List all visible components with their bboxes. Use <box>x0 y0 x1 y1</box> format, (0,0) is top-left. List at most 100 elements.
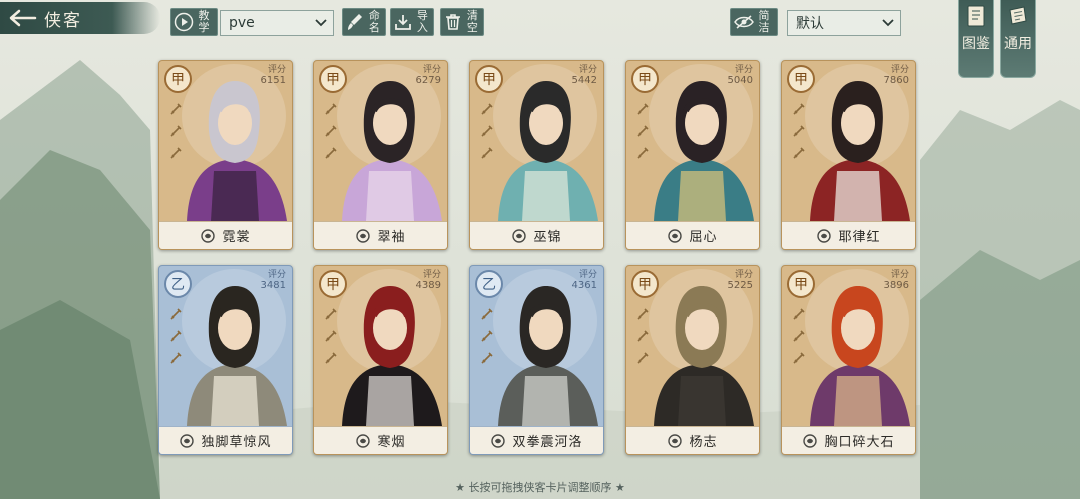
sword-icon <box>168 328 184 344</box>
hero-card[interactable]: 甲 评分 6151 霓裳 <box>158 60 293 250</box>
hero-card[interactable]: 乙 评分 4361 双拳震河洛 <box>469 265 604 455</box>
tier-badge: 甲 <box>787 270 815 298</box>
school-emblem-icon <box>490 433 506 449</box>
rename-button[interactable]: 命名 <box>342 8 386 36</box>
score-label: 评分 <box>734 65 753 75</box>
skill-icons <box>791 306 811 372</box>
tutorial-button[interactable]: 教学 <box>170 8 218 36</box>
hero-card[interactable]: 甲 评分 7860 耶律红 <box>781 60 916 250</box>
trash-icon <box>441 9 466 35</box>
sword-icon <box>635 328 651 344</box>
tier-badge: 甲 <box>475 65 503 93</box>
school-emblem-icon <box>667 433 683 449</box>
sword-icon <box>168 145 184 161</box>
school-emblem-icon <box>355 228 371 244</box>
mode-select[interactable]: pve <box>220 10 334 36</box>
hero-name-plate: 独脚草惊风 <box>159 426 292 454</box>
tutorial-label: 教学 <box>198 9 210 34</box>
download-icon <box>391 9 416 35</box>
sort-select-value: 默认 <box>796 16 824 32</box>
score-label: 评分 <box>890 270 909 280</box>
skill-icons <box>635 306 655 372</box>
hero-name: 独脚草惊风 <box>201 435 272 450</box>
scroll-icon <box>1006 4 1030 32</box>
book-icon <box>965 4 987 32</box>
hero-card-grid: 甲 评分 6151 霓裳 甲 评分 6279 翠袖 甲 评分 5442 巫锦 甲… <box>158 60 918 460</box>
hero-name: 霓裳 <box>222 230 251 245</box>
hero-name: 耶律红 <box>838 230 881 245</box>
sword-icon <box>635 350 651 366</box>
score-label: 评分 <box>422 65 441 75</box>
skill-icons <box>635 101 655 167</box>
chevron-down-icon <box>882 15 894 31</box>
skill-icons <box>323 306 343 372</box>
school-emblem-icon <box>355 433 371 449</box>
skill-icons <box>479 101 499 167</box>
hero-card[interactable]: 乙 评分 3481 独脚草惊风 <box>158 265 293 455</box>
hero-card[interactable]: 甲 评分 4389 寒烟 <box>313 265 448 455</box>
play-icon <box>171 9 197 35</box>
hero-name: 翠袖 <box>377 230 406 245</box>
sword-icon <box>479 328 495 344</box>
back-arrow-icon <box>0 2 44 34</box>
score-value: 5040 <box>727 75 753 86</box>
atlas-button[interactable]: 图鉴 <box>958 0 994 78</box>
hero-card[interactable]: 甲 评分 5040 屈心 <box>625 60 760 250</box>
simple-view-label: 简洁 <box>758 9 770 34</box>
sword-icon <box>791 123 807 139</box>
hero-name-plate: 巫锦 <box>470 221 603 249</box>
general-label: 通用 <box>1004 36 1032 52</box>
score-label: 评分 <box>267 65 286 75</box>
score-value: 3481 <box>260 280 286 291</box>
hero-name-plate: 杨志 <box>626 426 759 454</box>
score-label: 评分 <box>578 270 597 280</box>
clear-button[interactable]: 清空 <box>440 8 484 36</box>
skill-icons <box>168 306 188 372</box>
school-emblem-icon <box>179 433 195 449</box>
hero-card[interactable]: 甲 评分 3896 胸口碎大石 <box>781 265 916 455</box>
score-label: 评分 <box>422 270 441 280</box>
hero-name-plate: 耶律红 <box>782 221 915 249</box>
hero-name: 屈心 <box>689 230 718 245</box>
general-button[interactable]: 通用 <box>1000 0 1036 78</box>
tier-badge: 甲 <box>787 65 815 93</box>
hero-card[interactable]: 甲 评分 5442 巫锦 <box>469 60 604 250</box>
sword-icon <box>479 350 495 366</box>
tier-badge: 甲 <box>164 65 192 93</box>
sword-icon <box>479 101 495 117</box>
atlas-label: 图鉴 <box>962 36 990 52</box>
sword-icon <box>168 123 184 139</box>
sword-icon <box>635 306 651 322</box>
import-button[interactable]: 导入 <box>390 8 434 36</box>
import-label: 导入 <box>416 9 428 34</box>
sort-select[interactable]: 默认 <box>787 10 901 36</box>
skill-icons <box>791 101 811 167</box>
sword-icon <box>323 328 339 344</box>
school-emblem-icon <box>200 228 216 244</box>
mode-select-value: pve <box>229 15 255 31</box>
sword-icon <box>791 101 807 117</box>
sword-icon <box>635 145 651 161</box>
hero-card[interactable]: 甲 评分 6279 翠袖 <box>313 60 448 250</box>
page-title: 侠客 <box>44 10 82 31</box>
score-value: 4389 <box>415 280 441 291</box>
tier-badge: 乙 <box>164 270 192 298</box>
tier-badge: 乙 <box>475 270 503 298</box>
school-emblem-icon <box>667 228 683 244</box>
score-label: 评分 <box>734 270 753 280</box>
score-label: 评分 <box>890 65 909 75</box>
drag-hint: ★ 长按可拖拽侠客卡片调整顺序 ★ <box>455 481 625 494</box>
hero-name: 胸口碎大石 <box>824 435 895 450</box>
skill-icons <box>479 306 499 372</box>
tier-badge: 甲 <box>631 270 659 298</box>
simple-view-toggle[interactable]: 简洁 <box>730 8 778 36</box>
hero-name-plate: 胸口碎大石 <box>782 426 915 454</box>
sword-icon <box>168 350 184 366</box>
back-button[interactable]: 侠客 <box>0 2 160 34</box>
score-value: 7860 <box>883 75 909 86</box>
hero-name: 寒烟 <box>377 435 406 450</box>
skill-icons <box>168 101 188 167</box>
hero-card[interactable]: 甲 评分 5225 杨志 <box>625 265 760 455</box>
hero-name: 杨志 <box>689 435 718 450</box>
score-label: 评分 <box>267 270 286 280</box>
